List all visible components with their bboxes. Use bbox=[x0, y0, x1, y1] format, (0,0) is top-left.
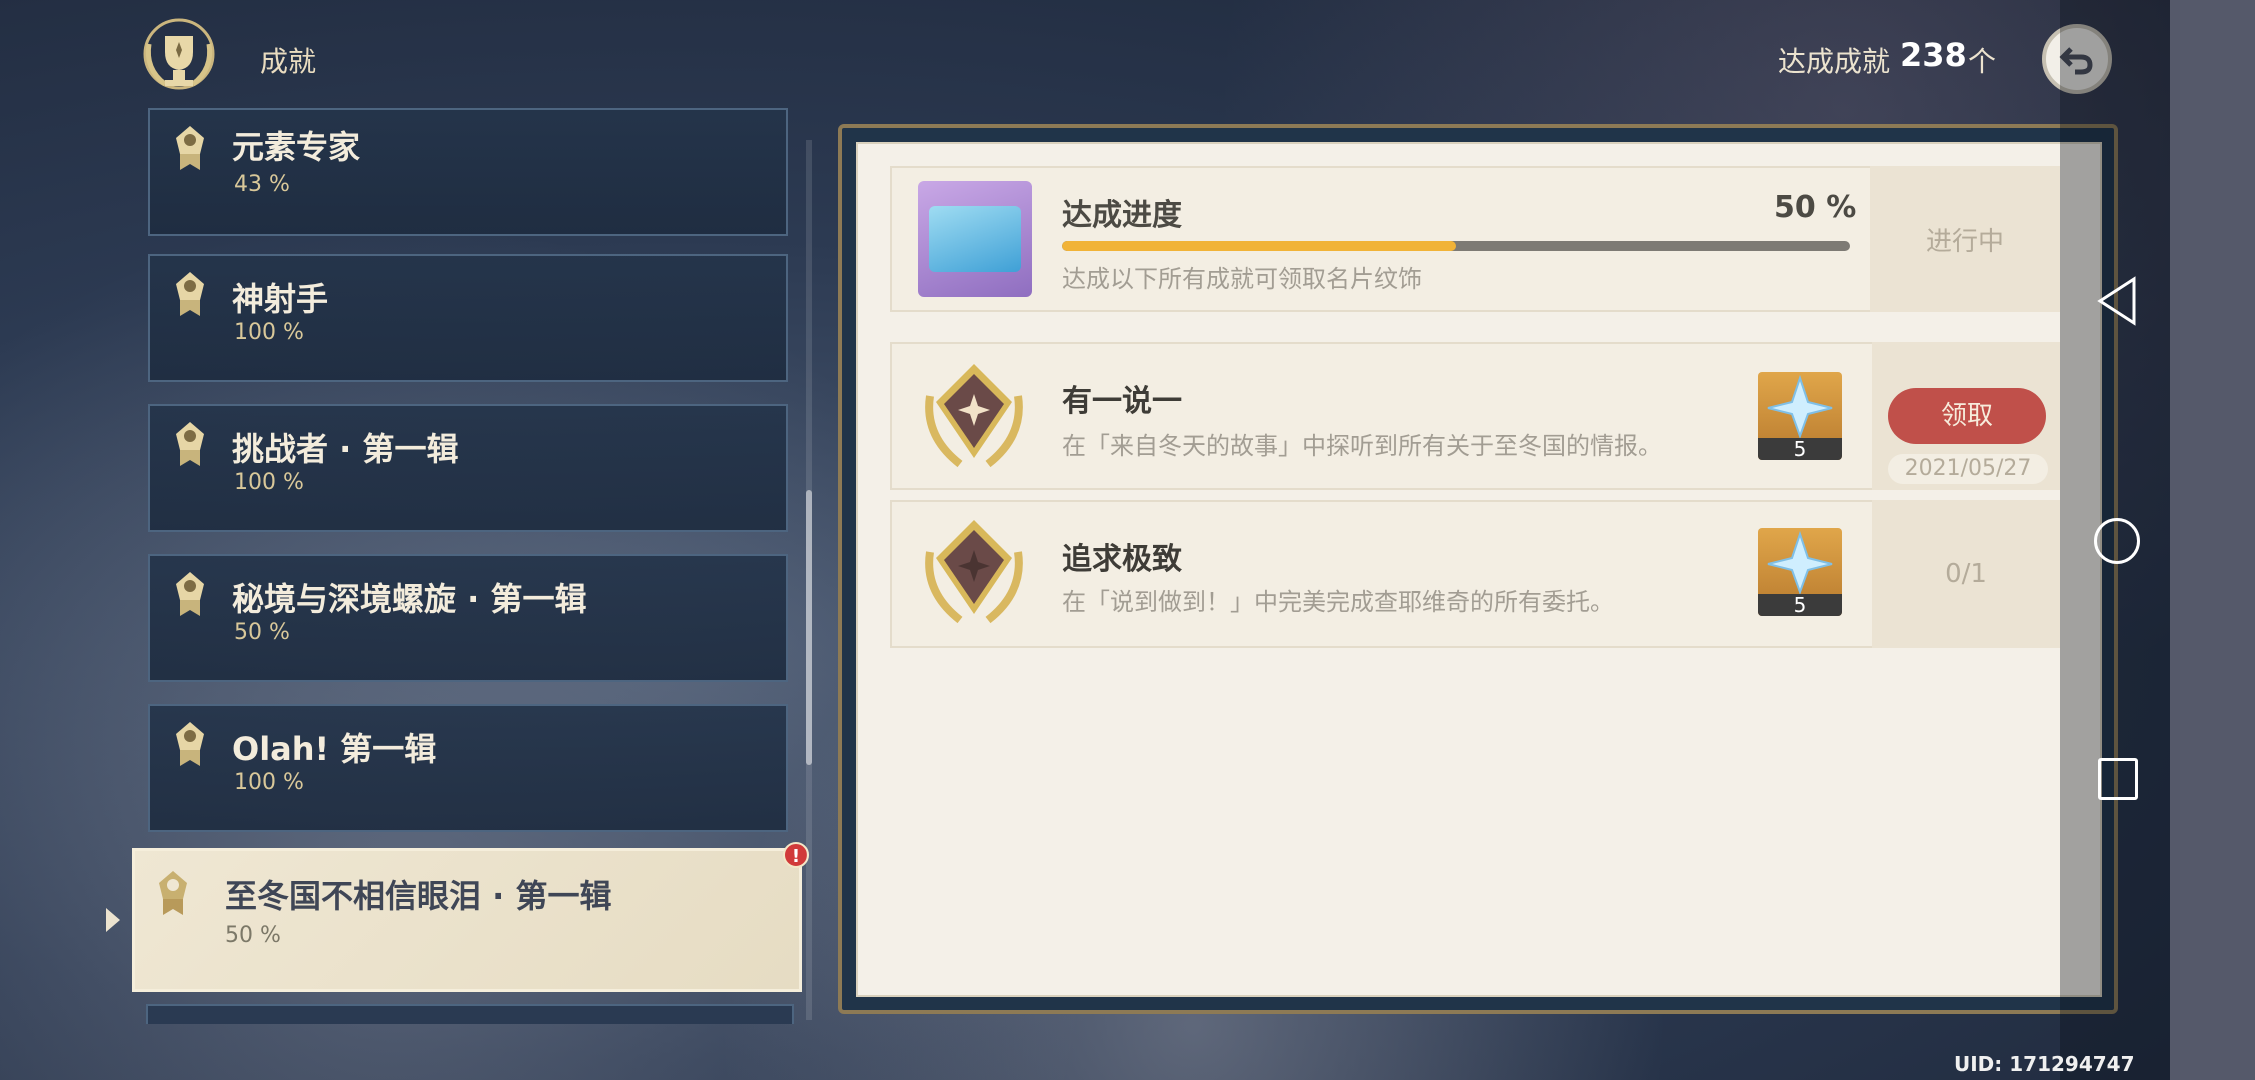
category-percent: 100 % bbox=[234, 470, 304, 495]
reward-primogem: 5 bbox=[1758, 528, 1842, 616]
progress-bar-fill bbox=[1062, 241, 1456, 251]
achievement-description: 在「来自冬天的故事」中探听到所有关于至冬国的情报。 bbox=[1062, 432, 1662, 460]
reward-quantity: 5 bbox=[1758, 438, 1842, 460]
reward-primogem: 5 bbox=[1758, 372, 1842, 460]
category-badge-icon bbox=[176, 572, 204, 616]
screen-edge bbox=[2170, 0, 2255, 1080]
category-badge-icon bbox=[176, 272, 204, 316]
nav-back-icon[interactable] bbox=[2096, 276, 2138, 326]
category-name: Olah! 第一辑 bbox=[232, 730, 437, 768]
progress-bar bbox=[1062, 241, 1850, 251]
list-scrollbar-thumb[interactable] bbox=[806, 490, 812, 765]
category-name: 挑战者 · 第一辑 bbox=[232, 430, 459, 468]
progress-status: 进行中 bbox=[1870, 166, 2060, 312]
achievement-medal-icon bbox=[925, 520, 1023, 624]
uid-label: UID: 171294747 bbox=[1954, 1052, 2135, 1076]
category-badge-icon bbox=[159, 871, 187, 915]
nav-home-icon[interactable] bbox=[2094, 518, 2140, 564]
category-item-domains-abyss[interactable]: 秘境与深境螺旋 · 第一辑 50 % bbox=[148, 554, 788, 682]
category-badge-icon bbox=[176, 722, 204, 766]
category-percent: 100 % bbox=[234, 770, 304, 795]
progress-percent: 50 % bbox=[1774, 190, 1857, 225]
category-name: 至冬国不相信眼泪 · 第一辑 bbox=[225, 877, 612, 915]
category-percent: 50 % bbox=[225, 923, 281, 948]
reward-quantity: 5 bbox=[1758, 594, 1842, 616]
category-item-elemental-expert[interactable]: 元素专家 43 % bbox=[148, 108, 788, 236]
category-item-olah[interactable]: Olah! 第一辑 100 % bbox=[148, 704, 788, 832]
category-name: 神射手 bbox=[232, 280, 329, 318]
category-item-challenger[interactable]: 挑战者 · 第一辑 100 % bbox=[148, 404, 788, 532]
primogem-icon bbox=[1767, 530, 1833, 595]
category-percent: 43 % bbox=[234, 172, 290, 197]
achievement-date: 2021/05/27 bbox=[1888, 454, 2048, 484]
primogem-icon bbox=[1767, 374, 1833, 439]
category-name: 元素专家 bbox=[232, 128, 361, 166]
progress-title: 达成进度 bbox=[1062, 198, 1182, 233]
achievement-progress: 0/1 bbox=[1945, 559, 1987, 589]
category-percent: 100 % bbox=[234, 320, 304, 345]
nav-recents-icon[interactable] bbox=[2098, 758, 2138, 800]
trophy-icon bbox=[143, 18, 215, 90]
achievement-count-unit: 个 bbox=[1968, 45, 1997, 78]
category-percent: 50 % bbox=[234, 620, 290, 645]
page-title: 成就 bbox=[260, 45, 317, 78]
achievement-title: 追求极致 bbox=[1062, 542, 1182, 577]
achievement-count-value: 238 bbox=[1900, 36, 1967, 74]
category-item-marksman[interactable]: 神射手 100 % bbox=[148, 254, 788, 382]
selected-indicator-icon bbox=[106, 908, 120, 932]
achievement-count-label: 达成成就 bbox=[1778, 45, 1891, 78]
achievement-medal-icon bbox=[925, 364, 1023, 468]
claim-button[interactable]: 领取 bbox=[1888, 388, 2046, 444]
category-name: 秘境与深境螺旋 · 第一辑 bbox=[232, 580, 587, 618]
category-badge-icon bbox=[176, 126, 204, 170]
category-item-snezhnaya-selected[interactable]: 至冬国不相信眼泪 · 第一辑 50 % bbox=[132, 848, 802, 992]
progress-description: 达成以下所有成就可领取名片纹饰 bbox=[1062, 265, 1422, 293]
namecard-image bbox=[929, 206, 1021, 272]
achievement-description: 在「说到做到！」中完美完成查耶维奇的所有委托。 bbox=[1062, 588, 1614, 616]
achievement-title: 有一说一 bbox=[1062, 384, 1182, 419]
category-item-partial[interactable] bbox=[146, 1004, 794, 1024]
category-badge-icon bbox=[176, 422, 204, 466]
